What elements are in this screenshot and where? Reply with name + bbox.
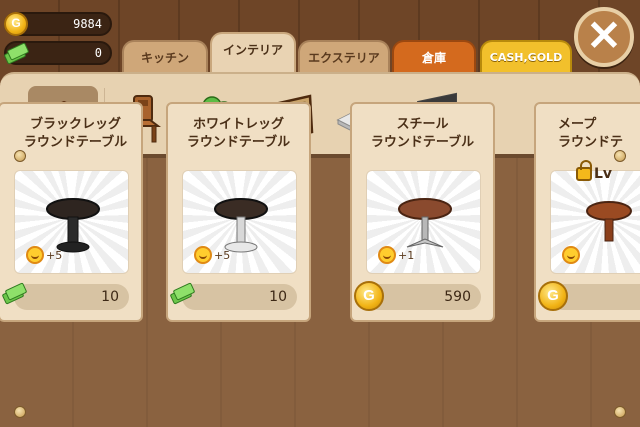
level-lock: Lv [576, 160, 613, 182]
rivet [14, 406, 26, 418]
tab-storage-label: 倉庫 [421, 51, 446, 65]
item-name-line2: ラウンドテーブル [23, 135, 128, 150]
item-price-value: 590 [444, 289, 471, 305]
padlock-icon [576, 160, 592, 181]
tab-interior-label: インテリア [222, 43, 283, 57]
item-name-line2: ラウンドテーブル [370, 135, 475, 150]
tab-interior[interactable]: インテリア [210, 32, 296, 74]
cash-amount: 0 [94, 46, 102, 60]
rivet [614, 150, 626, 162]
item-price[interactable]: 10 [1, 282, 129, 310]
smile-sun-icon [378, 246, 396, 264]
tab-storage[interactable]: 倉庫 [392, 40, 476, 74]
rivet [614, 406, 626, 418]
item-card[interactable]: ブラックレッグ ラウンドテーブル +5 10 [0, 102, 143, 322]
tab-exterior-label: エクステリア [308, 51, 380, 65]
lock-level-label: Lv [594, 166, 613, 182]
smile-sun-icon [562, 246, 580, 264]
item-name-line1: スチール [396, 117, 449, 132]
smile-sun-icon [194, 246, 212, 264]
item-name-line1: ブラックレッグ [29, 117, 121, 132]
item-name-line2: ラウンドテーブル [186, 135, 291, 150]
item-points-value: +1 [398, 248, 415, 262]
item-points-value: +5 [214, 248, 231, 262]
rivet [14, 150, 26, 162]
tab-cash-gold[interactable]: CASH,GOLD [480, 40, 572, 74]
item-price-value: 10 [269, 289, 287, 305]
item-points: +5 [26, 246, 62, 264]
gold-amount: 9884 [73, 17, 102, 31]
item-name-line1: ホワイトレッグ [192, 117, 284, 132]
item-price[interactable]: G [538, 281, 640, 311]
tab-cash-gold-label: CASH,GOLD [489, 51, 563, 64]
item-name-line2: ラウンドテ [558, 135, 624, 150]
item-card[interactable]: ホワイトレッグ ラウンドテーブル +5 10 [166, 102, 311, 322]
item-price[interactable]: G 590 [354, 281, 481, 311]
maple-round-table-image [586, 201, 632, 242]
item-points: +5 [194, 246, 230, 264]
gold-counter: G 9884 [4, 12, 112, 36]
gold-coin-icon: G [354, 281, 384, 311]
cash-bill-icon [1, 281, 32, 311]
gold-coin-icon: G [4, 12, 28, 36]
tab-kitchen[interactable]: キッチン [122, 40, 208, 74]
tab-kitchen-label: キッチン [140, 51, 189, 65]
cash-counter: 0 [3, 41, 112, 65]
cash-bill-icon [169, 281, 200, 311]
item-points [562, 246, 580, 264]
item-card[interactable]: スチール ラウンドテーブル +1 G 590 [350, 102, 495, 322]
tab-exterior[interactable]: エクステリア [298, 40, 390, 74]
item-points: +1 [378, 246, 414, 264]
item-card-locked[interactable]: メープ ラウンドテ Lv G [534, 102, 640, 322]
gold-coin-icon: G [538, 281, 568, 311]
item-name-line1: メープ [558, 117, 597, 132]
smile-sun-icon [26, 246, 44, 264]
cash-bill-icon [3, 41, 30, 65]
item-points-value: +5 [46, 248, 63, 262]
close-button[interactable]: ✕ [574, 7, 634, 67]
close-icon: ✕ [586, 12, 622, 59]
item-price[interactable]: 10 [169, 282, 297, 310]
item-price-value: 10 [101, 289, 119, 305]
